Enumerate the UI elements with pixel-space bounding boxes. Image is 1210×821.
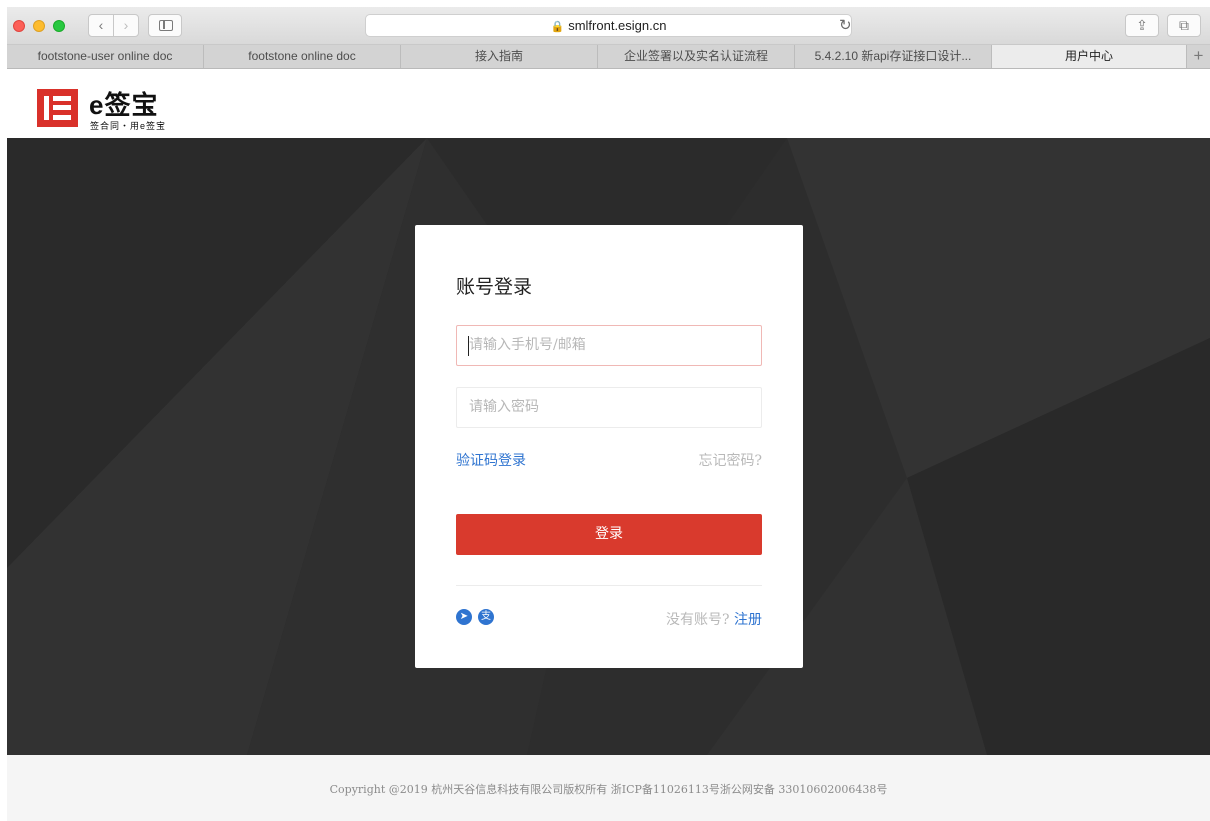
login-card: 账号登录 请输入手机号/邮箱 请输入密码 验证码登录 忘记密码? 登录 ➤ 支 … bbox=[415, 225, 803, 668]
no-account-text: 没有账号? bbox=[666, 612, 730, 628]
username-input[interactable]: 请输入手机号/邮箱 bbox=[456, 325, 762, 366]
divider bbox=[456, 585, 762, 586]
hero-background: 账号登录 请输入手机号/邮箱 请输入密码 验证码登录 忘记密码? 登录 ➤ 支 … bbox=[7, 138, 1210, 755]
login-button[interactable]: 登录 bbox=[456, 514, 762, 555]
esign-logo-icon[interactable] bbox=[37, 89, 78, 127]
sidebar-toggle-button[interactable] bbox=[148, 14, 182, 37]
register-prompt: 没有账号? 注册 bbox=[666, 609, 762, 629]
logo-slogan: 签合同・用e签宝 bbox=[90, 121, 167, 131]
new-tab-button[interactable]: + bbox=[1187, 45, 1210, 68]
forgot-password-link[interactable]: 忘记密码? bbox=[698, 450, 762, 470]
sms-login-link[interactable]: 验证码登录 bbox=[456, 450, 526, 470]
alipay-icon[interactable]: 支 bbox=[478, 609, 494, 625]
browser-titlebar: ‹ › 🔒 smlfront.esign.cn ↻ ⇪ ⧉ bbox=[7, 7, 1210, 45]
tab-enterprise-signing[interactable]: 企业签署以及实名认证流程 bbox=[598, 45, 795, 68]
chevron-left-icon: ‹ bbox=[98, 17, 104, 33]
share-button[interactable]: ⇪ bbox=[1125, 14, 1159, 37]
forward-button[interactable]: › bbox=[113, 14, 139, 37]
minimize-window-button[interactable] bbox=[33, 20, 45, 32]
close-window-button[interactable] bbox=[13, 20, 25, 32]
tab-api-design[interactable]: 5.4.2.10 新api存证接口设计... bbox=[795, 45, 992, 68]
logo-text: e签宝 bbox=[89, 90, 159, 120]
tab-user-center[interactable]: 用户中心 bbox=[992, 45, 1187, 68]
zoom-window-button[interactable] bbox=[53, 20, 65, 32]
chevron-right-icon: › bbox=[123, 17, 129, 33]
browser-window: ‹ › 🔒 smlfront.esign.cn ↻ ⇪ ⧉ footstone-u… bbox=[7, 7, 1210, 821]
url-text: smlfront.esign.cn bbox=[568, 18, 667, 33]
back-button[interactable]: ‹ bbox=[88, 14, 114, 37]
show-tabs-button[interactable]: ⧉ bbox=[1167, 14, 1201, 37]
site-header: e签宝 签合同・用e签宝 bbox=[7, 69, 1210, 138]
tab-footstone[interactable]: footstone online doc bbox=[204, 45, 401, 68]
copyright-text: Copyright @2019 杭州天谷信息科技有限公司版权所有 浙ICP备11… bbox=[329, 783, 888, 796]
tab-bar: footstone-user online doc footstone onli… bbox=[7, 45, 1210, 69]
login-title: 账号登录 bbox=[456, 276, 533, 298]
sidebar-icon bbox=[159, 20, 173, 31]
address-bar[interactable]: 🔒 smlfront.esign.cn bbox=[365, 14, 852, 37]
lock-icon: 🔒 bbox=[550, 21, 565, 33]
tabs-overview-icon: ⧉ bbox=[1179, 17, 1189, 33]
reload-icon[interactable]: ↻ bbox=[839, 14, 852, 37]
tab-footstone-user[interactable]: footstone-user online doc bbox=[7, 45, 204, 68]
dingtalk-icon[interactable]: ➤ bbox=[456, 609, 472, 625]
share-icon: ⇪ bbox=[1136, 17, 1148, 33]
page-footer: Copyright @2019 杭州天谷信息科技有限公司版权所有 浙ICP备11… bbox=[7, 755, 1210, 821]
password-input[interactable]: 请输入密码 bbox=[456, 387, 762, 428]
register-link[interactable]: 注册 bbox=[734, 612, 762, 628]
tab-integration-guide[interactable]: 接入指南 bbox=[401, 45, 598, 68]
